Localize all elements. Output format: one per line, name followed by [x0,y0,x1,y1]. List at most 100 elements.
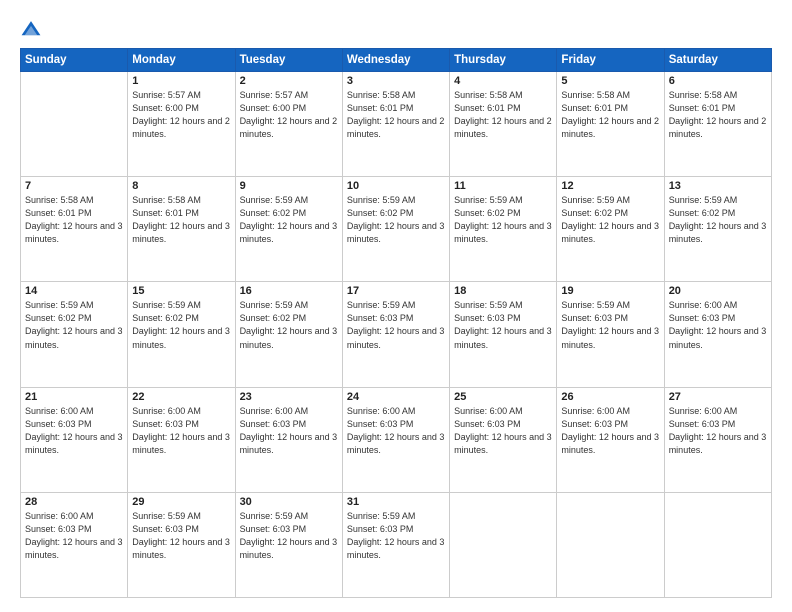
day-number: 8 [132,180,230,192]
day-info: Sunrise: 6:00 AMSunset: 6:03 PMDaylight:… [25,510,123,562]
calendar-day-cell: 25 Sunrise: 6:00 AMSunset: 6:03 PMDayligh… [450,387,557,492]
calendar-day-cell: 7 Sunrise: 5:58 AMSunset: 6:01 PMDaylight… [21,177,128,282]
day-number: 15 [132,285,230,297]
day-number: 22 [132,391,230,403]
day-number: 11 [454,180,552,192]
logo [20,18,46,40]
day-info: Sunrise: 5:59 AMSunset: 6:02 PMDaylight:… [240,299,338,351]
day-info: Sunrise: 5:59 AMSunset: 6:02 PMDaylight:… [669,194,767,246]
day-number: 19 [561,285,659,297]
calendar-day-cell [450,492,557,597]
calendar-day-cell [557,492,664,597]
day-info: Sunrise: 6:00 AMSunset: 6:03 PMDaylight:… [669,299,767,351]
calendar-day-cell: 5 Sunrise: 5:58 AMSunset: 6:01 PMDaylight… [557,72,664,177]
page: SundayMondayTuesdayWednesdayThursdayFrid… [0,0,792,612]
day-info: Sunrise: 5:59 AMSunset: 6:02 PMDaylight:… [132,299,230,351]
day-number: 7 [25,180,123,192]
day-number: 14 [25,285,123,297]
day-info: Sunrise: 5:59 AMSunset: 6:03 PMDaylight:… [347,510,445,562]
day-info: Sunrise: 5:59 AMSunset: 6:02 PMDaylight:… [561,194,659,246]
day-info: Sunrise: 6:00 AMSunset: 6:03 PMDaylight:… [454,405,552,457]
calendar-day-cell: 2 Sunrise: 5:57 AMSunset: 6:00 PMDaylight… [235,72,342,177]
calendar-header-sunday: Sunday [21,49,128,72]
day-number: 21 [25,391,123,403]
calendar-day-cell: 21 Sunrise: 6:00 AMSunset: 6:03 PMDayligh… [21,387,128,492]
day-number: 9 [240,180,338,192]
calendar-day-cell: 6 Sunrise: 5:58 AMSunset: 6:01 PMDaylight… [664,72,771,177]
calendar-day-cell: 11 Sunrise: 5:59 AMSunset: 6:02 PMDayligh… [450,177,557,282]
calendar-day-cell: 13 Sunrise: 5:59 AMSunset: 6:02 PMDayligh… [664,177,771,282]
day-info: Sunrise: 5:58 AMSunset: 6:01 PMDaylight:… [561,89,659,141]
calendar-week-row: 28Sunrise: 6:00 AMSunset: 6:03 PMDayligh… [21,492,772,597]
day-number: 17 [347,285,445,297]
day-number: 12 [561,180,659,192]
day-number: 3 [347,75,445,87]
calendar-week-row: 21 Sunrise: 6:00 AMSunset: 6:03 PMDayligh… [21,387,772,492]
day-info: Sunrise: 6:00 AMSunset: 6:03 PMDaylight:… [132,405,230,457]
day-number: 31 [347,496,445,508]
day-info: Sunrise: 5:59 AMSunset: 6:02 PMDaylight:… [347,194,445,246]
day-number: 4 [454,75,552,87]
day-info: Sunrise: 5:59 AMSunset: 6:02 PMDaylight:… [240,194,338,246]
calendar-header-monday: Monday [128,49,235,72]
calendar-header-row: SundayMondayTuesdayWednesdayThursdayFrid… [21,49,772,72]
day-number: 23 [240,391,338,403]
day-info: Sunrise: 5:59 AMSunset: 6:02 PMDaylight:… [25,299,123,351]
calendar-day-cell: 10 Sunrise: 5:59 AMSunset: 6:02 PMDayligh… [342,177,449,282]
day-number: 26 [561,391,659,403]
day-number: 2 [240,75,338,87]
calendar-day-cell: 31 Sunrise: 5:59 AMSunset: 6:03 PMDayligh… [342,492,449,597]
calendar-day-cell: 8 Sunrise: 5:58 AMSunset: 6:01 PMDaylight… [128,177,235,282]
calendar-header-friday: Friday [557,49,664,72]
day-number: 27 [669,391,767,403]
calendar-day-cell: 19 Sunrise: 5:59 AMSunset: 6:03 PMDayligh… [557,282,664,387]
day-info: Sunrise: 6:00 AMSunset: 6:03 PMDaylight:… [25,405,123,457]
calendar-day-cell: 20Sunrise: 6:00 AMSunset: 6:03 PMDayligh… [664,282,771,387]
day-info: Sunrise: 5:58 AMSunset: 6:01 PMDaylight:… [669,89,767,141]
day-info: Sunrise: 5:59 AMSunset: 6:03 PMDaylight:… [454,299,552,351]
calendar-day-cell: 12 Sunrise: 5:59 AMSunset: 6:02 PMDayligh… [557,177,664,282]
calendar-day-cell: 16 Sunrise: 5:59 AMSunset: 6:02 PMDayligh… [235,282,342,387]
day-number: 29 [132,496,230,508]
calendar-table: SundayMondayTuesdayWednesdayThursdayFrid… [20,48,772,598]
calendar-day-cell: 4Sunrise: 5:58 AMSunset: 6:01 PMDaylight… [450,72,557,177]
calendar-day-cell [21,72,128,177]
header [20,18,772,40]
day-number: 10 [347,180,445,192]
day-info: Sunrise: 5:59 AMSunset: 6:03 PMDaylight:… [240,510,338,562]
day-info: Sunrise: 5:59 AMSunset: 6:02 PMDaylight:… [454,194,552,246]
day-number: 30 [240,496,338,508]
calendar-day-cell: 27Sunrise: 6:00 AMSunset: 6:03 PMDayligh… [664,387,771,492]
calendar-week-row: 1 Sunrise: 5:57 AMSunset: 6:00 PMDaylight… [21,72,772,177]
day-number: 6 [669,75,767,87]
calendar-day-cell: 15 Sunrise: 5:59 AMSunset: 6:02 PMDayligh… [128,282,235,387]
day-number: 18 [454,285,552,297]
day-number: 25 [454,391,552,403]
calendar-day-cell: 9 Sunrise: 5:59 AMSunset: 6:02 PMDaylight… [235,177,342,282]
calendar-week-row: 14 Sunrise: 5:59 AMSunset: 6:02 PMDayligh… [21,282,772,387]
calendar-day-cell: 29Sunrise: 5:59 AMSunset: 6:03 PMDayligh… [128,492,235,597]
day-info: Sunrise: 6:00 AMSunset: 6:03 PMDaylight:… [561,405,659,457]
calendar-day-cell: 17 Sunrise: 5:59 AMSunset: 6:03 PMDayligh… [342,282,449,387]
day-number: 13 [669,180,767,192]
day-number: 5 [561,75,659,87]
calendar-day-cell: 22 Sunrise: 6:00 AMSunset: 6:03 PMDayligh… [128,387,235,492]
day-number: 24 [347,391,445,403]
calendar-day-cell: 28Sunrise: 6:00 AMSunset: 6:03 PMDayligh… [21,492,128,597]
calendar-header-wednesday: Wednesday [342,49,449,72]
day-info: Sunrise: 5:59 AMSunset: 6:03 PMDaylight:… [561,299,659,351]
day-info: Sunrise: 6:00 AMSunset: 6:03 PMDaylight:… [347,405,445,457]
day-info: Sunrise: 6:00 AMSunset: 6:03 PMDaylight:… [240,405,338,457]
day-number: 1 [132,75,230,87]
calendar-day-cell: 14 Sunrise: 5:59 AMSunset: 6:02 PMDayligh… [21,282,128,387]
logo-icon [20,18,42,40]
day-number: 16 [240,285,338,297]
day-info: Sunrise: 5:58 AMSunset: 6:01 PMDaylight:… [132,194,230,246]
day-info: Sunrise: 5:59 AMSunset: 6:03 PMDaylight:… [347,299,445,351]
calendar-day-cell: 26 Sunrise: 6:00 AMSunset: 6:03 PMDayligh… [557,387,664,492]
day-info: Sunrise: 5:58 AMSunset: 6:01 PMDaylight:… [347,89,445,141]
day-info: Sunrise: 5:58 AMSunset: 6:01 PMDaylight:… [25,194,123,246]
day-info: Sunrise: 5:57 AMSunset: 6:00 PMDaylight:… [240,89,338,141]
calendar-day-cell: 30 Sunrise: 5:59 AMSunset: 6:03 PMDayligh… [235,492,342,597]
calendar-header-saturday: Saturday [664,49,771,72]
